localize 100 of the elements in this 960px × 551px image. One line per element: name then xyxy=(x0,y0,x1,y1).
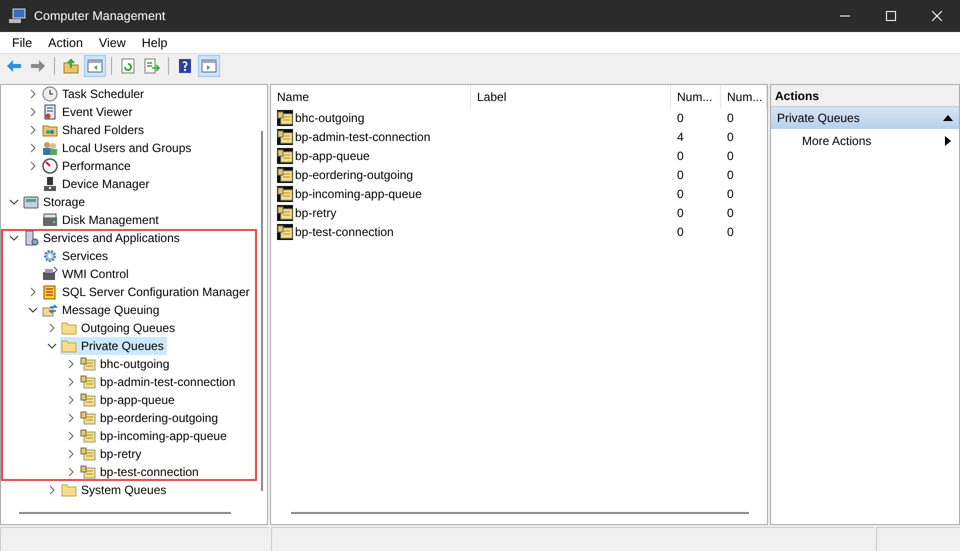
column-header[interactable]: Num... xyxy=(721,85,767,108)
chevron-right-icon[interactable] xyxy=(66,413,76,423)
tree-item[interactable]: System Queues xyxy=(60,481,170,499)
chevron-right-icon[interactable] xyxy=(66,395,76,405)
chevron-right-icon[interactable] xyxy=(47,485,57,495)
tree-item[interactable]: Performance xyxy=(41,157,134,175)
actions-section[interactable]: Private Queues xyxy=(771,107,959,129)
queue-icon xyxy=(80,410,96,426)
queue-icon xyxy=(80,356,96,372)
submenu-arrow-icon xyxy=(945,136,951,146)
scrollbar-thumb[interactable] xyxy=(291,512,749,514)
chevron-right-icon[interactable] xyxy=(28,89,38,99)
chevron-right-icon[interactable] xyxy=(66,467,76,477)
table-cell-text: 0 xyxy=(726,110,735,124)
wmi-icon xyxy=(42,266,58,282)
up-folder-icon xyxy=(63,58,79,74)
table-cell-text: 0 xyxy=(726,206,735,220)
tree-item[interactable]: Services xyxy=(41,247,112,265)
back-arrow-icon xyxy=(6,58,22,74)
queue-name[interactable]: bp-incoming-app-queue xyxy=(295,186,422,200)
table-cell-text: 0 xyxy=(726,130,735,144)
table-cell-text: 0 xyxy=(676,110,685,124)
menu-item[interactable]: View xyxy=(90,36,134,50)
queue-name[interactable]: bp-app-queue xyxy=(295,148,370,162)
tree-item[interactable]: Disk Management xyxy=(41,211,162,229)
menu-item[interactable]: Action xyxy=(40,36,91,50)
queue-icon xyxy=(277,128,293,144)
queue-icon xyxy=(80,374,96,390)
queue-name[interactable]: bp-retry xyxy=(295,206,336,220)
chevron-right-icon[interactable] xyxy=(28,161,38,171)
tree-item[interactable]: bp-admin-test-connection xyxy=(79,373,238,391)
maximize-icon[interactable] xyxy=(886,11,896,21)
queue-icon xyxy=(80,464,96,480)
chevron-right-icon[interactable] xyxy=(28,287,38,297)
tree-item[interactable]: Device Manager xyxy=(41,175,152,193)
action-link[interactable]: More Actions xyxy=(771,129,959,153)
tree-item[interactable]: Task Scheduler xyxy=(41,85,148,103)
queue-name[interactable]: bp-eordering-outgoing xyxy=(295,168,414,182)
queue-name[interactable]: bp-test-connection xyxy=(295,224,394,238)
help-icon xyxy=(177,58,193,74)
table-cell-text: 0 xyxy=(726,148,735,162)
tree-item[interactable]: bp-retry xyxy=(79,445,144,463)
tree-item[interactable]: bhc-outgoing xyxy=(79,355,172,373)
actions-header: Actions xyxy=(771,85,959,107)
users-icon xyxy=(42,140,58,156)
tree-item[interactable]: bp-incoming-app-queue xyxy=(79,427,230,445)
column-header[interactable]: Name xyxy=(271,85,471,108)
chevron-right-icon[interactable] xyxy=(66,359,76,369)
action-pane-button[interactable] xyxy=(198,55,220,77)
tree-item[interactable]: SQL Server Configuration Manager xyxy=(41,283,253,301)
table-cell-text: 0 xyxy=(726,186,735,200)
queue-name[interactable]: bhc-outgoing xyxy=(295,110,364,124)
tree-item[interactable]: WMI Control xyxy=(41,265,132,283)
scrollbar-thumb[interactable] xyxy=(261,131,264,491)
table-cell-text: 0 xyxy=(726,224,735,238)
chevron-down-icon[interactable] xyxy=(28,305,38,315)
scrollbar-thumb[interactable] xyxy=(19,512,231,514)
tree-item[interactable]: Local Users and Groups xyxy=(41,139,194,157)
folder-icon xyxy=(61,482,77,498)
chevron-right-icon[interactable] xyxy=(28,143,38,153)
pane-icon xyxy=(87,58,103,74)
chevron-right-icon[interactable] xyxy=(28,125,38,135)
tree-item[interactable]: bp-test-connection xyxy=(79,463,202,481)
chevron-down-icon[interactable] xyxy=(47,341,57,351)
queue-name[interactable]: bp-admin-test-connection xyxy=(295,130,430,144)
tree-item[interactable]: Outgoing Queues xyxy=(60,319,178,337)
tree-item[interactable]: Private Queues xyxy=(60,337,167,355)
table-cell-text: 0 xyxy=(676,168,685,182)
chevron-right-icon[interactable] xyxy=(28,107,38,117)
table-cell-text: 4 xyxy=(676,130,685,144)
tree-pane-button[interactable] xyxy=(84,55,106,77)
chevron-down-icon[interactable] xyxy=(9,233,19,243)
gear-icon xyxy=(42,248,58,264)
tree-item[interactable]: Services and Applications xyxy=(22,229,183,247)
tree-item[interactable]: bp-app-queue xyxy=(79,391,178,409)
chevron-right-icon[interactable] xyxy=(66,377,76,387)
table-cell-text: 0 xyxy=(676,148,685,162)
column-header[interactable]: Num... xyxy=(671,85,721,108)
config-icon xyxy=(42,284,58,300)
folder-icon xyxy=(61,338,77,354)
table-cell-text: 0 xyxy=(676,186,685,200)
tree-item[interactable]: Storage xyxy=(22,193,88,211)
menu-item[interactable]: File xyxy=(4,36,40,50)
message-queue-icon xyxy=(42,302,58,318)
chevron-right-icon[interactable] xyxy=(47,323,57,333)
forward-arrow-icon xyxy=(30,58,46,74)
chevron-right-icon[interactable] xyxy=(66,449,76,459)
tree-item[interactable]: Event Viewer xyxy=(41,103,136,121)
chevron-right-icon[interactable] xyxy=(66,431,76,441)
column-header[interactable]: Label xyxy=(471,85,671,108)
close-icon[interactable] xyxy=(932,11,942,21)
table-cell-text: 0 xyxy=(726,168,735,182)
queue-icon xyxy=(80,392,96,408)
chevron-down-icon[interactable] xyxy=(9,197,19,207)
tree-item[interactable]: Shared Folders xyxy=(41,121,148,139)
queue-icon xyxy=(80,428,96,444)
menu-item[interactable]: Help xyxy=(134,36,176,50)
computer-icon xyxy=(8,8,26,24)
tree-item[interactable]: bp-eordering-outgoing xyxy=(79,409,222,427)
tree-item[interactable]: Message Queuing xyxy=(41,301,162,319)
